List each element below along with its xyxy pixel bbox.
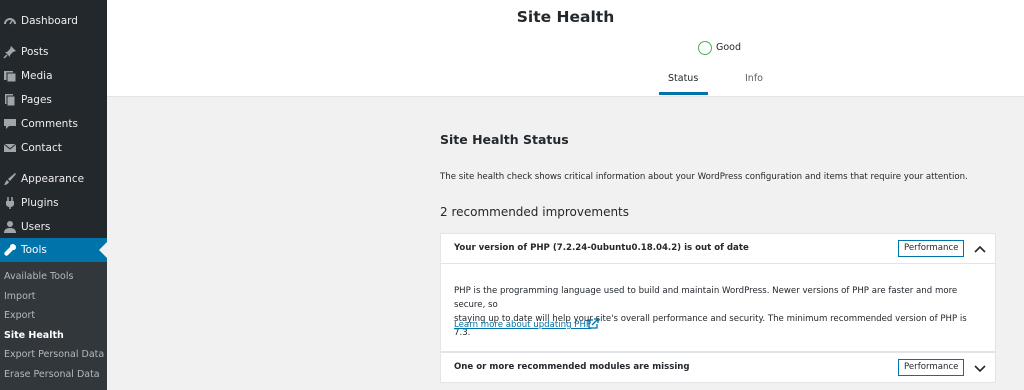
performance-badge: Performance: [898, 359, 965, 376]
section-title: Site Health Status: [440, 132, 569, 147]
chevron-up-icon[interactable]: [973, 242, 987, 256]
brush-icon: [4, 173, 16, 185]
issue-title: One or more recommended modules are miss…: [454, 362, 690, 372]
performance-badge: Performance: [898, 240, 965, 257]
admin-sidebar: Dashboard Posts Media Pages Comments Con…: [0, 0, 107, 390]
sidebar-item-label: Appearance: [21, 173, 85, 185]
submenu-item-available-tools[interactable]: Available Tools: [4, 270, 73, 283]
active-tab-indicator: [659, 92, 708, 95]
sidebar-item-comments[interactable]: Comments: [0, 112, 107, 136]
issue-description: PHP is the programming language used to …: [454, 284, 984, 340]
plug-icon: [6, 197, 14, 209]
status-good-icon: [698, 41, 712, 55]
pin-icon: [3, 46, 16, 59]
sidebar-item-label: Comments: [21, 118, 78, 130]
comments-icon: [4, 119, 16, 129]
sidebar-item-tools[interactable]: Tools: [0, 238, 107, 262]
sidebar-item-pages[interactable]: Pages: [0, 88, 107, 112]
pages-icon: [5, 94, 16, 107]
issue-title: Your version of PHP (7.2.24-0ubuntu0.18.…: [454, 243, 749, 253]
external-link-icon[interactable]: [587, 318, 599, 330]
dashboard-icon: [4, 18, 16, 25]
submenu-item-import[interactable]: Import: [4, 290, 36, 303]
sidebar-item-dashboard[interactable]: Dashboard: [0, 9, 107, 33]
sidebar-item-plugins[interactable]: Plugins: [0, 191, 107, 215]
submenu-item-export-personal-data[interactable]: Export Personal Data: [4, 348, 104, 361]
sidebar-item-label: Tools: [21, 244, 47, 256]
sidebar-item-label: Posts: [21, 46, 49, 58]
sidebar-item-contact[interactable]: Contact: [0, 136, 107, 160]
submenu-item-export[interactable]: Export: [4, 309, 35, 322]
issue-description-line: PHP is the programming language used to …: [454, 286, 958, 310]
issue-accordion-missing-modules[interactable]: One or more recommended modules are miss…: [440, 352, 996, 383]
site-health-header: Site Health Good Status Info: [107, 0, 1024, 97]
sidebar-item-media[interactable]: Media: [0, 64, 107, 88]
sidebar-item-label: Dashboard: [21, 15, 78, 27]
sidebar-item-label: Users: [21, 221, 51, 233]
learn-more-php-link[interactable]: Learn more about updating PHP: [454, 320, 591, 330]
sidebar-item-appearance[interactable]: Appearance: [0, 167, 107, 191]
mail-icon: [3, 143, 17, 152]
chevron-down-icon[interactable]: [973, 361, 987, 375]
issues-count-heading: 2 recommended improvements: [440, 205, 630, 219]
sidebar-item-label: Plugins: [21, 197, 59, 209]
sidebar-item-label: Pages: [21, 94, 52, 106]
sidebar-item-label: Media: [21, 70, 53, 82]
tools-submenu: Available Tools Import Export Site Healt…: [0, 262, 107, 390]
sidebar-item-posts[interactable]: Posts: [0, 40, 107, 64]
page-title: Site Health: [516, 8, 615, 26]
media-icon: [4, 71, 17, 83]
status-label: Good: [716, 42, 742, 53]
submenu-item-erase-personal-data[interactable]: Erase Personal Data: [4, 368, 100, 381]
submenu-item-site-health[interactable]: Site Health: [4, 329, 64, 342]
issue-panel-php-version: PHP is the programming language used to …: [440, 264, 996, 352]
wrench-icon: [4, 243, 17, 256]
section-description: The site health check shows critical inf…: [440, 172, 968, 182]
tab-info[interactable]: Info: [745, 73, 763, 84]
tab-status[interactable]: Status: [668, 73, 698, 84]
sidebar-item-label: Contact: [21, 142, 62, 154]
sidebar-item-users[interactable]: Users: [0, 215, 107, 239]
user-icon: [4, 221, 16, 233]
issue-accordion-php-version[interactable]: Your version of PHP (7.2.24-0ubuntu0.18.…: [440, 233, 996, 264]
